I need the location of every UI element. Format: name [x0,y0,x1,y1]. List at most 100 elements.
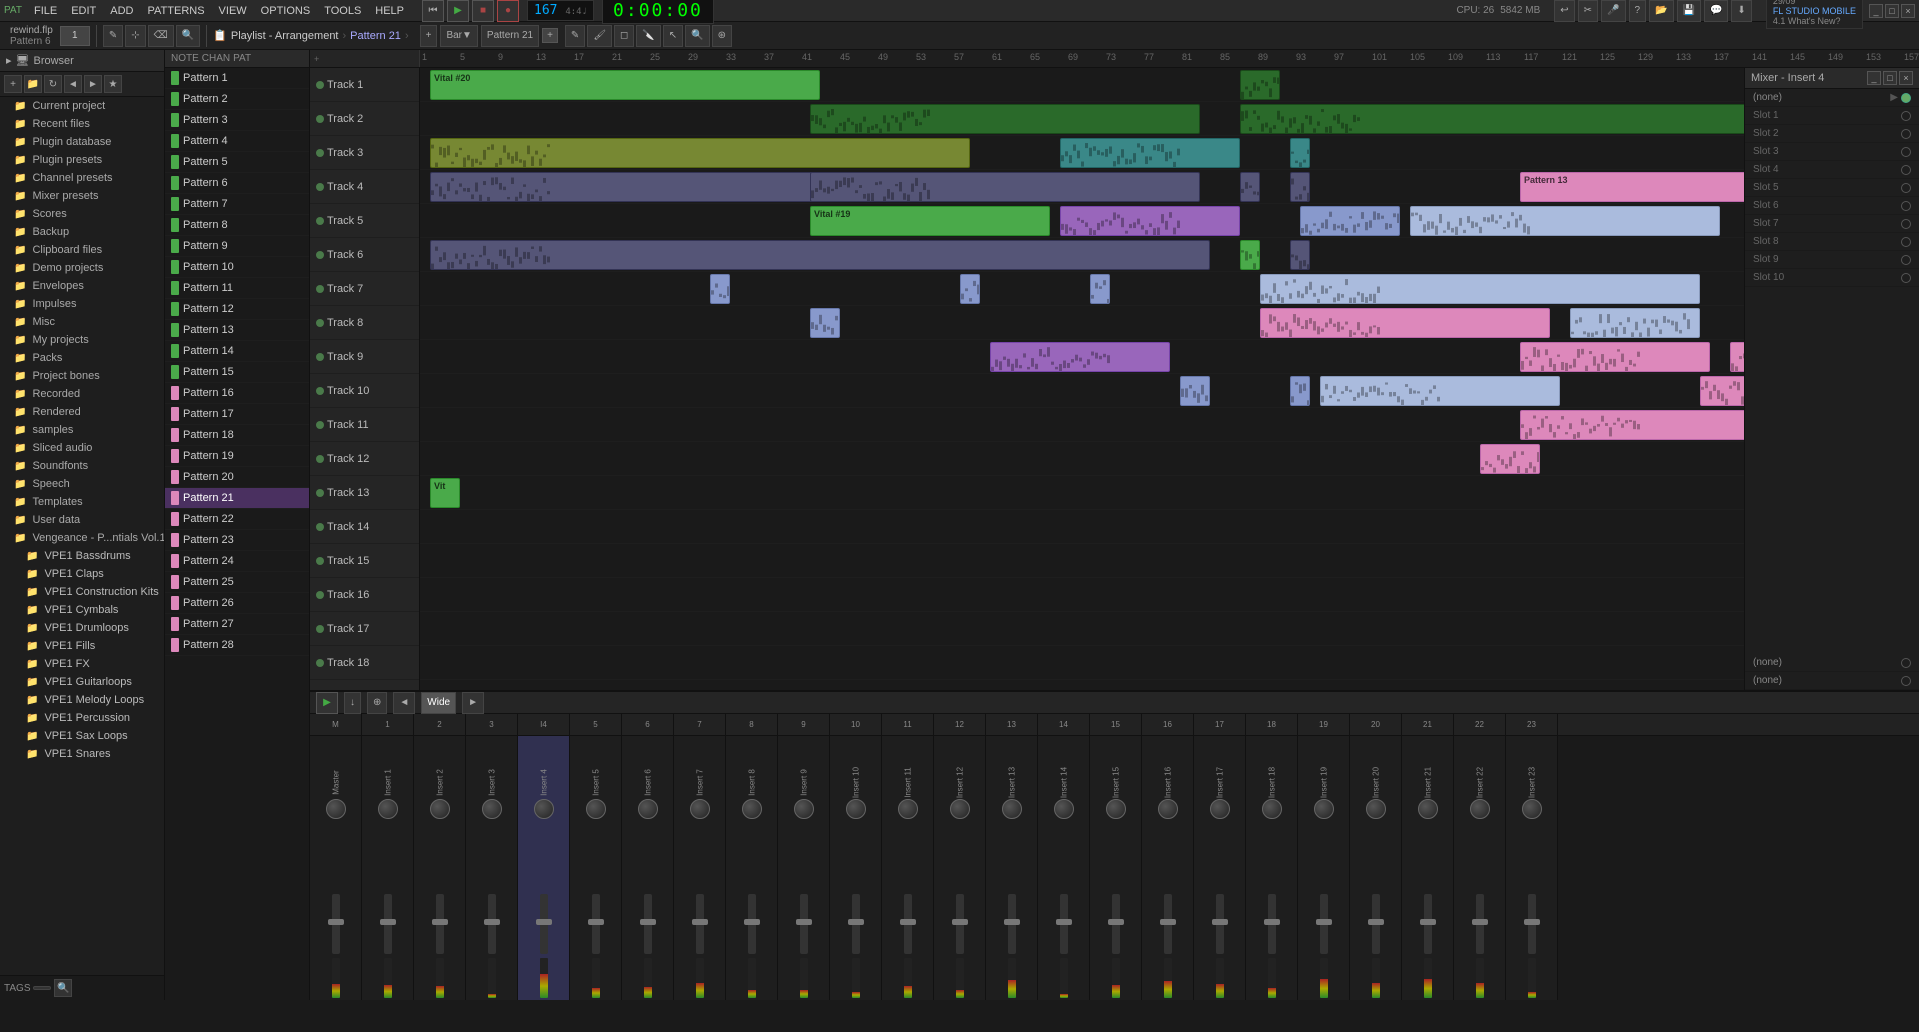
sidebar-item-13[interactable]: 📁My projects [0,331,164,349]
channel-fader-8[interactable] [748,894,756,954]
insert-slot-1[interactable]: Slot 2 [1745,125,1919,143]
cursor-btn[interactable]: ↖ [663,25,683,47]
sidebar-item-2[interactable]: 📁Plugin database [0,133,164,151]
insert-slot-4[interactable]: Slot 5 [1745,179,1919,197]
sidebar-item-3[interactable]: 📁Plugin presets [0,151,164,169]
pattern-block-2-1[interactable] [1060,138,1240,168]
pattern-block-5-1[interactable] [1240,240,1260,270]
pattern-item-2[interactable]: Pattern 3 [165,110,309,131]
sidebar-item-30[interactable]: 📁VPE1 Fills [0,637,164,655]
tracks-area[interactable]: Vital #20Pattern 13Vital #19Vit [420,68,1744,690]
insert-max-btn[interactable]: □ [1883,71,1897,85]
tags-search-btn[interactable]: 🔍 [54,979,72,997]
pattern-name-btn[interactable]: Pattern 21 [481,25,539,47]
knife-btn[interactable]: 🔪 [636,25,660,47]
mixer-link-btn[interactable]: ⊕ [367,692,387,714]
mixer-add-btn[interactable]: ↓ [344,692,361,714]
pattern-item-19[interactable]: Pattern 20 [165,467,309,488]
track-row-8[interactable] [420,340,1744,374]
track-row-16[interactable] [420,612,1744,646]
sidebar-next-btn[interactable]: ► [84,75,102,93]
sidebar-item-18[interactable]: 📁samples [0,421,164,439]
pattern-item-25[interactable]: Pattern 26 [165,593,309,614]
pattern-item-18[interactable]: Pattern 19 [165,446,309,467]
pattern-block-0-1[interactable] [1240,70,1280,100]
mixer-channel-5[interactable]: Insert 5 [570,736,622,1000]
pattern-block-12-0[interactable]: Vit [430,478,460,508]
sidebar-item-32[interactable]: 📁VPE1 Guitarloops [0,673,164,691]
pattern-item-8[interactable]: Pattern 9 [165,236,309,257]
pattern-item-15[interactable]: Pattern 16 [165,383,309,404]
sidebar-item-24[interactable]: 📁Vengeance - P...ntials Vol.1 [0,529,164,547]
sidebar-item-21[interactable]: 📁Speech [0,475,164,493]
channel-fader-3[interactable] [488,894,496,954]
channel-fader-23[interactable] [1528,894,1536,954]
pattern-block-3-3[interactable] [1290,172,1310,202]
mixer-channel-9[interactable]: Insert 9 [778,736,830,1000]
channel-fader-20[interactable] [1372,894,1380,954]
transport-play-btn[interactable]: ▶ [447,0,469,22]
mixer-channel-0[interactable]: Master [310,736,362,1000]
sidebar-item-8[interactable]: 📁Clipboard files [0,241,164,259]
channel-fader-12[interactable] [956,894,964,954]
sidebar-add-btn[interactable]: + [4,75,22,93]
pattern-item-16[interactable]: Pattern 17 [165,404,309,425]
pattern-item-17[interactable]: Pattern 18 [165,425,309,446]
track-row-17[interactable] [420,646,1744,680]
erase-tool[interactable]: ⌫ [148,25,174,47]
pattern-item-10[interactable]: Pattern 11 [165,278,309,299]
cut-btn[interactable]: ✂ [1578,0,1598,22]
mixer-channel-11[interactable]: Insert 11 [882,736,934,1000]
insert-slot-3[interactable]: Slot 4 [1745,161,1919,179]
transport-rewind-btn[interactable]: ⏮ [422,0,444,22]
pattern-block-6-3[interactable] [1260,274,1700,304]
menu-view[interactable]: VIEW [213,3,253,19]
mixer-channel-19[interactable]: Insert 19 [1298,736,1350,1000]
pattern-item-4[interactable]: Pattern 5 [165,152,309,173]
close-btn[interactable]: × [1901,4,1915,18]
rubber-btn[interactable]: ◻ [614,25,634,47]
draw-tool[interactable]: ✎ [103,25,123,47]
sidebar-item-25[interactable]: 📁VPE1 Bassdrums [0,547,164,565]
undo-btn[interactable]: ↩ [1554,0,1574,22]
mixer-channel-12[interactable]: Insert 12 [934,736,986,1000]
sidebar-item-5[interactable]: 📁Mixer presets [0,187,164,205]
insert-slot-5[interactable]: Slot 6 [1745,197,1919,215]
pattern-item-7[interactable]: Pattern 8 [165,215,309,236]
channel-fader-6[interactable] [644,894,652,954]
sidebar-item-20[interactable]: 📁Soundfonts [0,457,164,475]
sidebar-item-27[interactable]: 📁VPE1 Construction Kits [0,583,164,601]
track-row-5[interactable] [420,238,1744,272]
mixer-channel-8[interactable]: Insert 8 [726,736,778,1000]
pattern-item-5[interactable]: Pattern 6 [165,173,309,194]
sidebar-item-28[interactable]: 📁VPE1 Cymbals [0,601,164,619]
pattern-item-0[interactable]: Pattern 1 [165,68,309,89]
pattern-item-14[interactable]: Pattern 15 [165,362,309,383]
minimize-btn[interactable]: _ [1869,4,1883,18]
open-btn[interactable]: 📂 [1649,0,1673,22]
pattern-block-9-1[interactable] [1290,376,1310,406]
pattern-item-9[interactable]: Pattern 10 [165,257,309,278]
pencil-btn[interactable]: ✎ [565,25,585,47]
mixer-channel-14[interactable]: Insert 14 [1038,736,1090,1000]
pattern-item-3[interactable]: Pattern 4 [165,131,309,152]
help-btn[interactable]: ? [1629,0,1647,22]
sidebar-item-26[interactable]: 📁VPE1 Claps [0,565,164,583]
mixer-play-btn[interactable]: ▶ [316,692,338,714]
mixer-channel-4[interactable]: Insert 4 [518,736,570,1000]
pattern-block-6-1[interactable] [960,274,980,304]
insert-min-btn[interactable]: _ [1867,71,1881,85]
pattern-block-2-0[interactable] [430,138,970,168]
sidebar-item-34[interactable]: 📁VPE1 Percussion [0,709,164,727]
channel-fader-22[interactable] [1476,894,1484,954]
track-row-10[interactable] [420,408,1744,442]
pattern-block-9-0[interactable] [1180,376,1210,406]
mixer-channel-15[interactable]: Insert 15 [1090,736,1142,1000]
download-btn[interactable]: ⬇ [1731,0,1751,22]
pattern-block-4-3[interactable] [1410,206,1720,236]
track-row-2[interactable] [420,136,1744,170]
menu-help[interactable]: HELP [369,3,410,19]
menu-file[interactable]: FILE [28,3,63,19]
pattern-block-3-0[interactable] [430,172,820,202]
pattern-block-8-0[interactable] [990,342,1170,372]
